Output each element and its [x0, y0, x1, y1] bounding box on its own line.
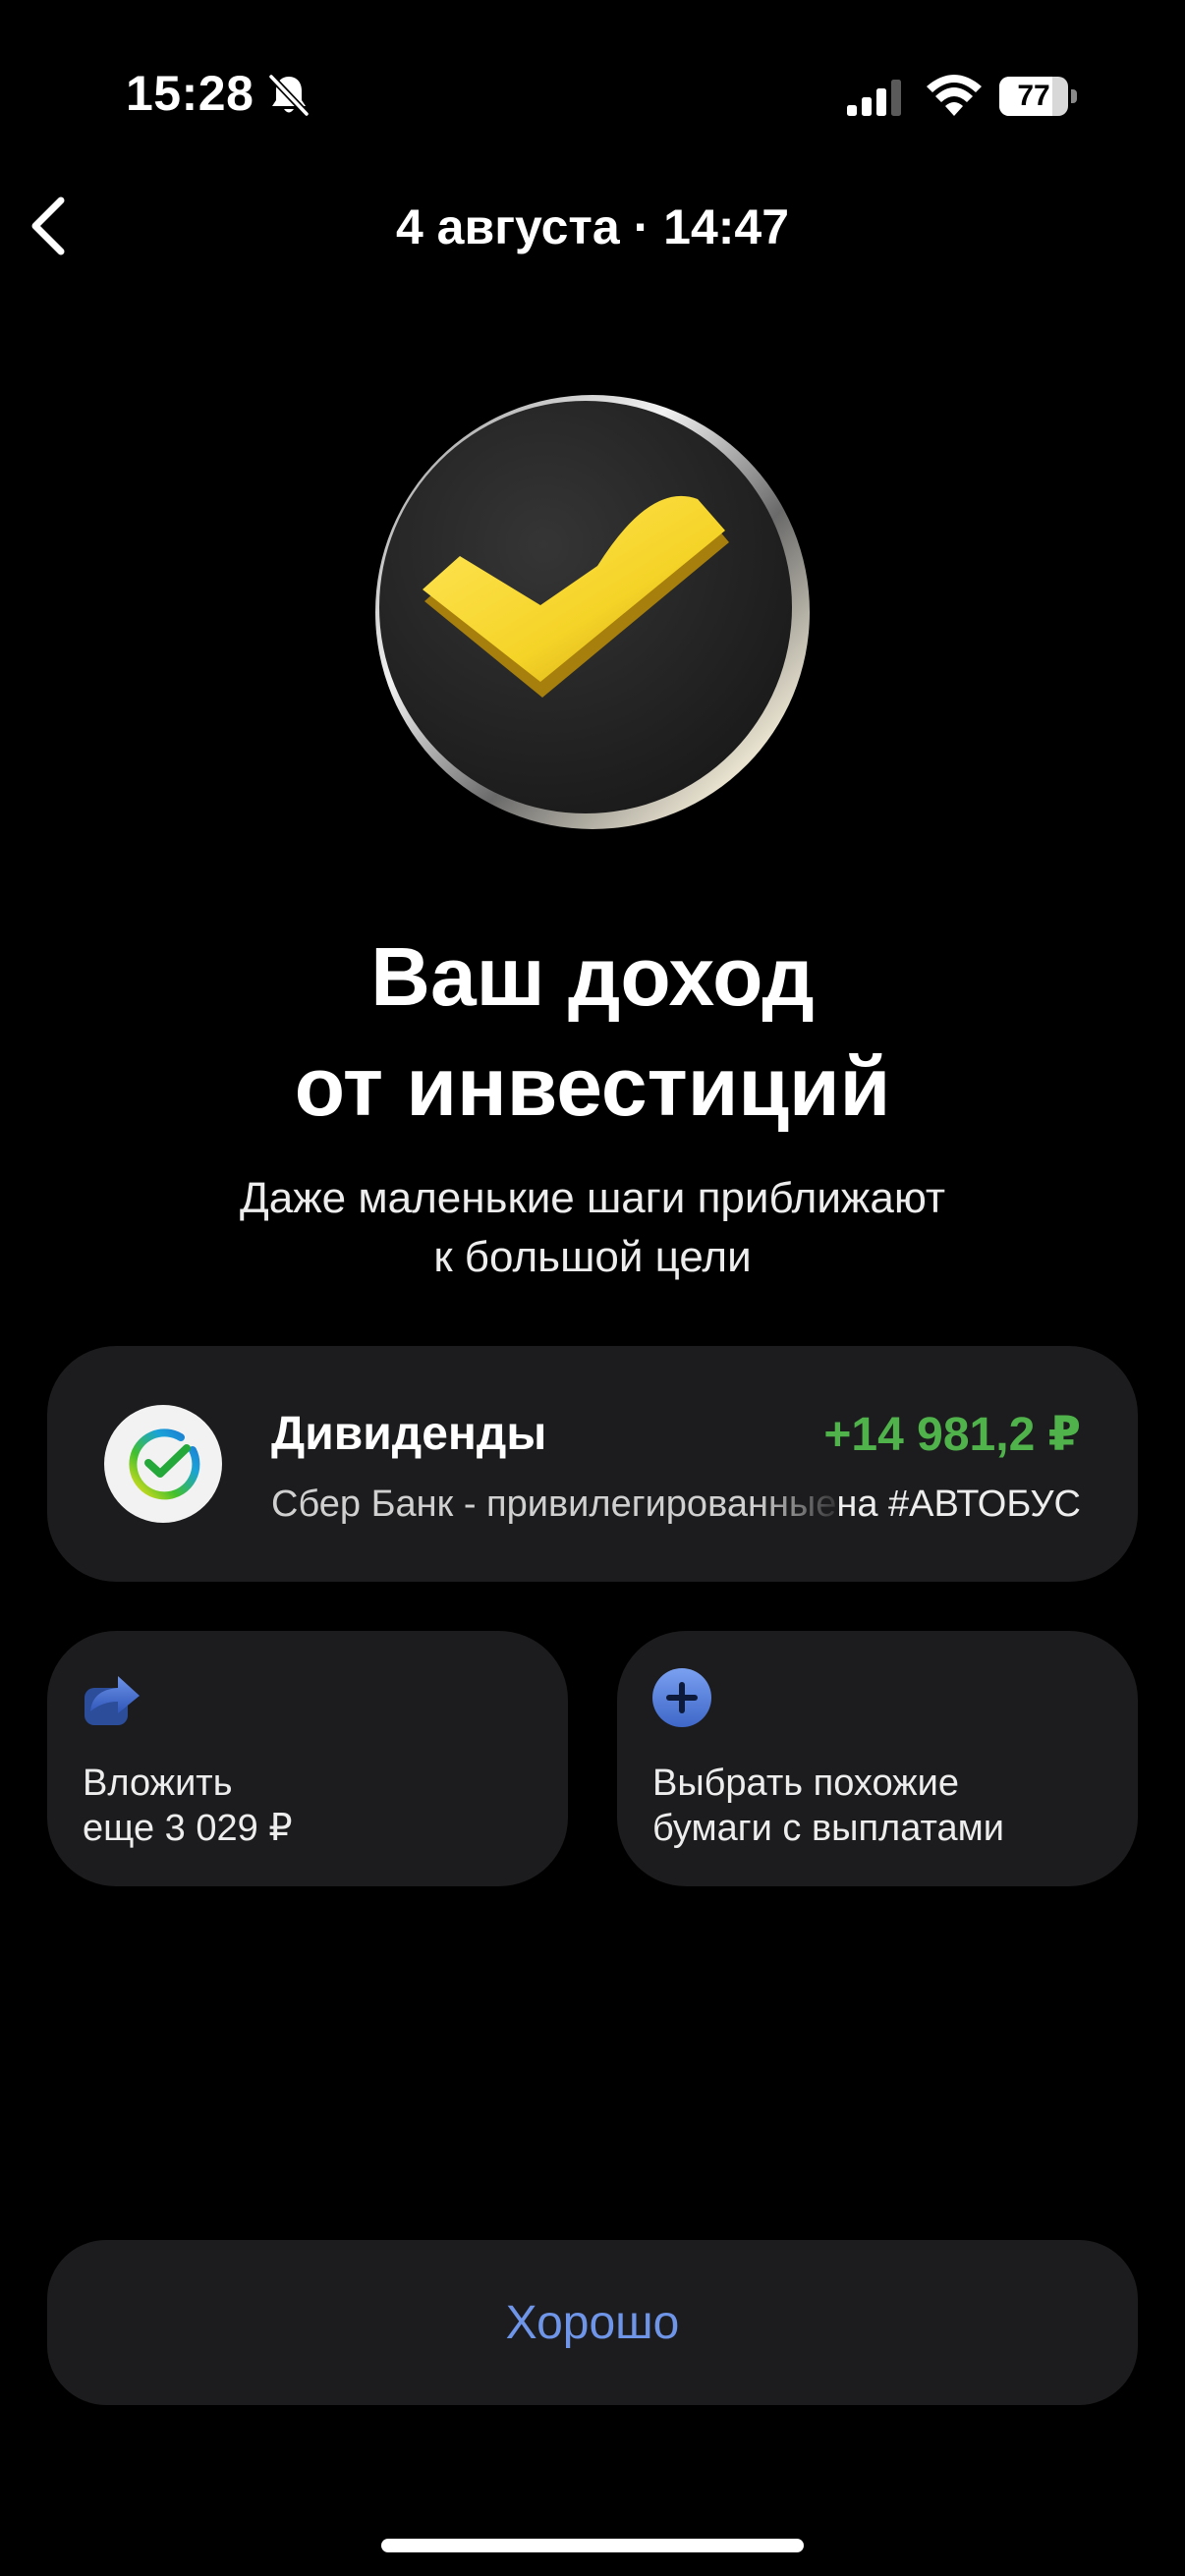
status-time: 15:28 [126, 66, 254, 121]
dividend-amount: +14 981,2 ₽ [823, 1409, 1081, 1461]
battery-level: 77 [1017, 80, 1050, 112]
page-title-line1: Ваш доход [370, 930, 815, 1023]
page-subtitle: Даже маленькие шаги приближают к большой… [0, 1169, 1185, 1287]
share-arrow-icon [85, 1676, 140, 1725]
invest-more-button[interactable]: Вложить еще 3 029 ₽ [47, 1631, 568, 1886]
invest-more-label: Вложить еще 3 029 ₽ [83, 1761, 293, 1851]
invest-more-line2: еще 3 029 ₽ [83, 1808, 293, 1849]
invest-more-line1: Вложить [83, 1763, 233, 1804]
page-title: Ваш доход от инвестиций [0, 922, 1185, 1142]
dividend-card[interactable]: Дивиденды +14 981,2 ₽ Сбер Банк - привил… [47, 1346, 1138, 1582]
similar-papers-label: Выбрать похожие бумаги с выплатами [652, 1761, 1004, 1851]
wifi-icon [927, 75, 982, 116]
subtitle-line2: к большой цели [433, 1233, 752, 1281]
cellular-signal-icon [847, 80, 901, 116]
battery-icon: 77 [999, 77, 1078, 116]
dividend-description: Сбер Банк - привилегированные [271, 1484, 837, 1525]
subtitle-line1: Даже маленькие шаги приближают [239, 1174, 946, 1222]
bell-slash-icon [268, 74, 310, 117]
home-indicator [381, 2539, 804, 2552]
checkmark-badge-icon [375, 395, 810, 829]
similar-papers-line2: бумаги с выплатами [652, 1808, 1004, 1849]
similar-papers-line1: Выбрать похожие [652, 1763, 959, 1804]
sber-logo-icon [104, 1405, 222, 1523]
status-bar: 15:28 77 [0, 0, 1185, 196]
dividend-title: Дивиденды [271, 1408, 547, 1460]
header-title: 4 августа · 14:47 [395, 199, 790, 254]
plus-circle-icon [652, 1668, 711, 1727]
similar-papers-button[interactable]: Выбрать похожие бумаги с выплатами [617, 1631, 1138, 1886]
ok-button[interactable]: Хорошо [47, 2240, 1138, 2405]
page-title-line2: от инвестиций [294, 1040, 891, 1133]
dividend-tag: на #АВТОБУС [836, 1484, 1081, 1525]
